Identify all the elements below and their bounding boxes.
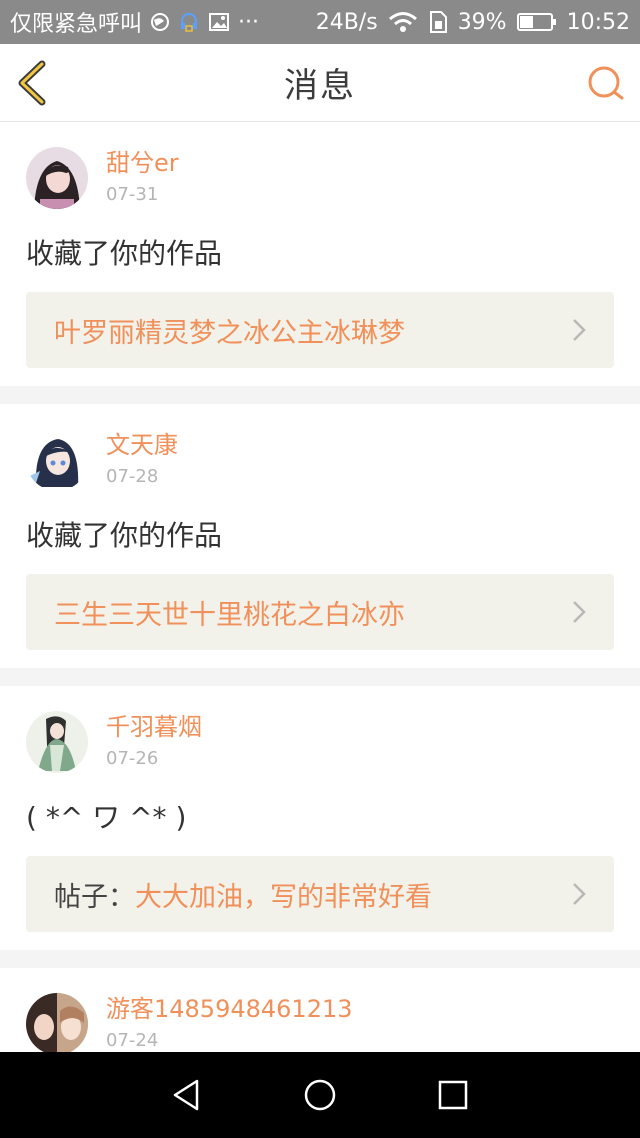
- user-meta: 游客1485948461213 07-24: [106, 994, 353, 1052]
- message-header: 文天康 07-28: [26, 428, 614, 492]
- avatar[interactable]: [26, 429, 88, 491]
- clock: 10:52: [566, 9, 630, 35]
- back-button[interactable]: [14, 60, 54, 106]
- message-header: 游客1485948461213 07-24: [26, 992, 614, 1052]
- message-date: 07-26: [106, 748, 159, 769]
- network-speed: 24B/s: [315, 9, 378, 35]
- message-card: 甜兮er 07-31 收藏了你的作品 叶罗丽精灵梦之冰公主冰琳梦: [0, 122, 640, 386]
- user-meta: 文天康 07-28: [106, 430, 178, 490]
- top-app-bar: 消息: [0, 44, 640, 122]
- username[interactable]: 游客1485948461213: [106, 994, 353, 1024]
- message-date: 07-28: [106, 466, 159, 487]
- user-meta: 千羽暮烟 07-26: [106, 712, 202, 772]
- battery-icon: [516, 11, 557, 33]
- post-link[interactable]: 帖子：大大加油，写的非常好看: [26, 856, 614, 932]
- message-list[interactable]: 甜兮er 07-31 收藏了你的作品 叶罗丽精灵梦之冰公主冰琳梦 文天康 07-…: [0, 122, 640, 1052]
- avatar[interactable]: [26, 711, 88, 773]
- avatar[interactable]: [26, 993, 88, 1052]
- nav-recents-button[interactable]: [433, 1075, 473, 1115]
- username[interactable]: 文天康: [106, 430, 178, 460]
- message-card: 千羽暮烟 07-26 ( *^ ワ ^* ) 帖子：大大加油，写的非常好看: [0, 686, 640, 950]
- status-bar: 仅限紧急呼叫 ··· 24B/s 39% 10:52: [0, 0, 640, 44]
- message-header: 千羽暮烟 07-26: [26, 710, 614, 774]
- username[interactable]: 甜兮er: [106, 148, 179, 178]
- post-text: 大大加油，写的非常好看: [135, 881, 432, 913]
- status-left: 仅限紧急呼叫 ···: [10, 6, 316, 38]
- sim-icon: [428, 10, 448, 34]
- avatar[interactable]: [26, 147, 88, 209]
- post-prefix: 帖子：: [54, 881, 135, 913]
- post-title: 帖子：大大加油，写的非常好看: [54, 875, 572, 914]
- system-nav-bar: [0, 1052, 640, 1138]
- work-link[interactable]: 三生三天世十里桃花之白冰亦: [26, 574, 614, 650]
- chevron-right-icon: [573, 319, 586, 341]
- work-title: 三生三天世十里桃花之白冰亦: [54, 599, 405, 631]
- back-arrow-icon: [18, 60, 46, 106]
- username[interactable]: 千羽暮烟: [106, 712, 202, 742]
- headset-icon: [178, 11, 200, 33]
- message-text: 收藏了你的作品: [26, 519, 223, 552]
- work-title: 叶罗丽精灵梦之冰公主冰琳梦: [54, 317, 405, 349]
- chevron-right-icon: [573, 601, 586, 623]
- message-text: 收藏了你的作品: [26, 237, 223, 270]
- square-recents-icon: [439, 1080, 468, 1110]
- triangle-back-icon: [173, 1079, 198, 1111]
- globe-icon: [150, 12, 170, 32]
- circle-home-icon: [304, 1079, 336, 1111]
- carrier-text: 仅限紧急呼叫: [10, 12, 143, 37]
- search-icon: [588, 66, 624, 100]
- battery-percent: 39%: [457, 9, 507, 35]
- user-meta: 甜兮er 07-31: [106, 148, 179, 208]
- message-text: ( *^ ワ ^* ): [26, 801, 187, 834]
- more-notifications: ···: [238, 9, 259, 35]
- page-title: 消息: [284, 66, 356, 106]
- work-link[interactable]: 叶罗丽精灵梦之冰公主冰琳梦: [26, 292, 614, 368]
- message-card: 文天康 07-28 收藏了你的作品 三生三天世十里桃花之白冰亦: [0, 404, 640, 668]
- search-button[interactable]: [586, 64, 626, 104]
- chevron-right-icon: [573, 883, 586, 905]
- message-header: 甜兮er 07-31: [26, 146, 614, 210]
- nav-back-button[interactable]: [167, 1075, 207, 1115]
- status-right: 24B/s 39% 10:52: [316, 10, 630, 35]
- nav-home-button[interactable]: [300, 1075, 340, 1115]
- message-date: 07-24: [106, 1030, 159, 1051]
- wifi-icon: [388, 11, 418, 33]
- message-date: 07-31: [106, 184, 159, 205]
- message-card: 游客1485948461213 07-24: [0, 968, 640, 1052]
- image-icon: [208, 11, 230, 33]
